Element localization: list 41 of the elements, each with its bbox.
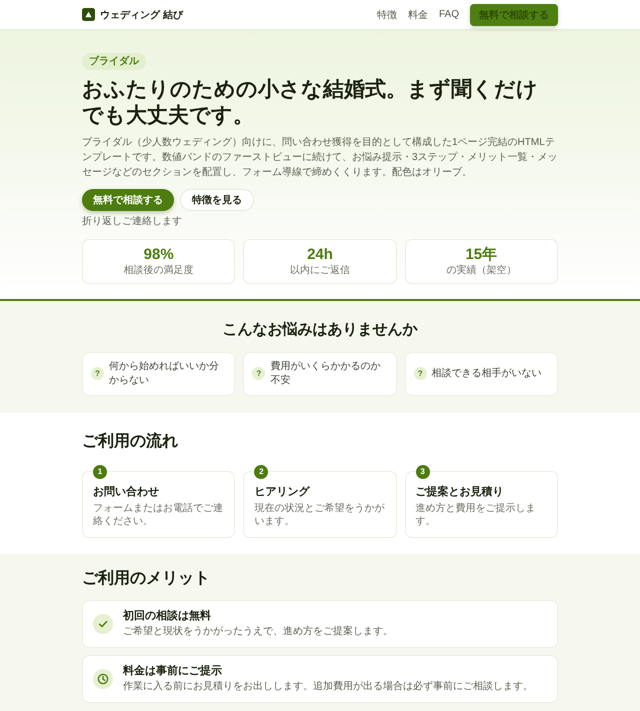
step-text: フォームまたはお電話でご連絡ください。 [93,502,224,529]
logo-icon [82,8,95,21]
reply-note: 折り返しご連絡します [82,215,183,228]
merit-text: ご希望と現状をうかがったうえで、進め方をご提案します。 [123,625,393,640]
step-text: 現在の状況とご希望をうかがいます。 [254,502,386,529]
stat-value: 98% [144,246,174,264]
stat-label: の実績（架空） [446,264,516,278]
stat-label: 以内にご返信 [290,264,350,278]
section-title: ご利用の流れ [82,432,179,452]
step-title: お問い合わせ [93,484,160,499]
question-mark-icon: ? [91,367,104,380]
stat-value: 15年 [465,246,498,264]
check-icon [93,614,113,634]
category-badge: ブライダル [82,53,146,70]
hero-description: ブライダル（少人数ウェディング）向けに、問い合わせ獲得を目的として構成した1ページ完結のHTMLテンプレートです。数値バンドのファーストビューに続けて、お悩み提示・3ステップ・メリット一覧・メッセージなどのセクションを配置し、フォーム導線で締めくくります。配色はオリーブ。 [82,136,558,180]
section-title: こんなお悩みはありませんか [222,320,418,340]
merit-title: 初回の相談は無料 [123,609,212,624]
nav-link[interactable]: 料金 [408,8,428,22]
problem-text: 費用がいくらかかるのか不安 [270,360,382,388]
merit-text: 作業に入る前にお見積りをお出しします。追加費用が出る場合は必ず事前にご相談します。 [123,680,533,694]
nav-link[interactable]: 特徴 [376,8,397,22]
clock-icon [93,669,113,690]
merit-title: 料金は事前にご提示 [123,664,223,678]
cta-button[interactable]: 無料で相談する [82,189,174,212]
hero-title: おふたりのための小さな結婚式。まず聞くだけでも大丈夫です。 [82,77,539,128]
question-mark-icon: ? [414,367,427,380]
question-mark-icon: ? [252,367,266,380]
step-title: ご提案とお見積り [416,484,505,499]
step-text: 進め方と費用をご提示します。 [416,502,537,529]
stat-label: 相談後の満足度 [124,264,194,278]
problem-text: 何から始めればいいか分からない [109,360,220,388]
problem-text: 相談できる相手がいない [432,366,542,381]
features-button[interactable]: 特徴を見る [180,189,254,212]
step-title: ヒアリング [254,484,311,499]
step-number: 3 [416,464,430,479]
stat-value: 24h [307,246,333,264]
step-number: 2 [254,464,268,479]
brand-name: ウェディング 結び [100,8,183,22]
section-title: ご利用のメリット [82,568,211,589]
step-number: 1 [93,464,107,479]
nav-link[interactable]: FAQ [438,9,459,20]
